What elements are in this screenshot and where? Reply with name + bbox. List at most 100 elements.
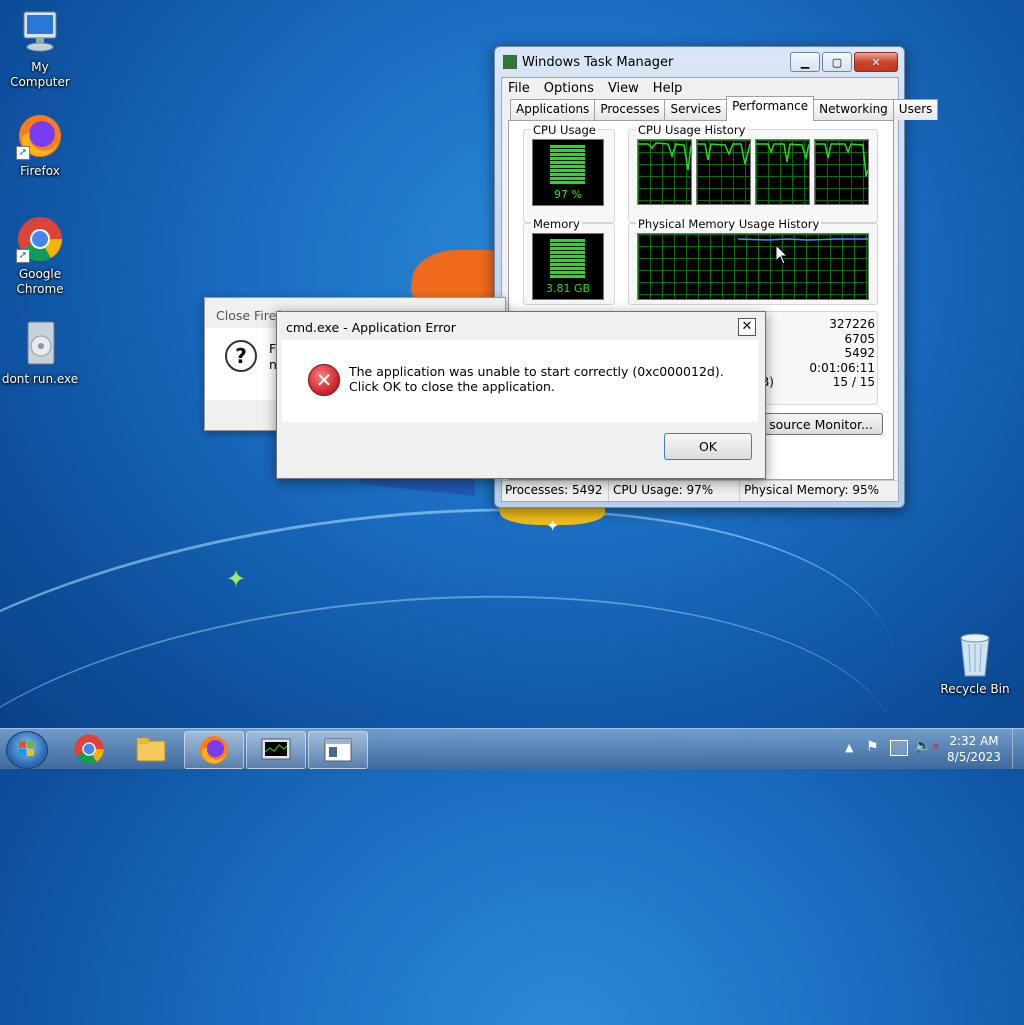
cpu-history-line (638, 142, 692, 171)
desktop-icon-firefox[interactable]: ➚ Firefox (0, 112, 80, 179)
system-stats-values: 327226 6705 5492 0:01:06:11 15 / 15 (809, 317, 875, 390)
cpu-history-line (756, 143, 810, 163)
desktop-icon-label: My Computer (10, 60, 70, 89)
tab-processes[interactable]: Processes (594, 99, 666, 120)
show-hidden-icons-button[interactable]: ▲ (845, 741, 853, 754)
menu-options[interactable]: Options (544, 81, 594, 96)
shortcut-arrow-icon: ➚ (16, 146, 30, 160)
desktop-icon-google-chrome[interactable]: ➚ Google Chrome (0, 215, 80, 297)
stat-uptime-value: 0:01:06:11 (809, 360, 875, 375)
status-physical-memory: Physical Memory: 95% (744, 483, 880, 497)
status-processes: Processes: 5492 (502, 481, 609, 501)
taskbar-task-manager[interactable] (246, 731, 306, 769)
desktop-icon-dont-run[interactable]: dont run.exe (0, 320, 80, 387)
cpu-usage-value: 97 % (554, 188, 582, 201)
memory-meter: 3.81 GB (532, 233, 604, 300)
task-manager-icon (261, 738, 291, 760)
clock-date: 8/5/2023 (947, 750, 1001, 764)
cpu-history-graph (696, 139, 751, 205)
desktop-icon-label: Google Chrome (16, 267, 64, 296)
application-error-title: cmd.exe - Application Error (286, 320, 456, 335)
chrome-icon (74, 734, 104, 764)
tab-networking[interactable]: Networking (813, 99, 894, 120)
window-icon (324, 738, 352, 762)
maximize-button[interactable]: ▢ (822, 52, 852, 72)
close-button[interactable]: ✕ (738, 318, 756, 336)
ok-button[interactable]: OK (664, 433, 752, 460)
menu-help[interactable]: Help (653, 81, 683, 96)
maximize-icon: ▢ (831, 55, 843, 69)
taskbar-cmd[interactable] (308, 731, 368, 769)
stat-threads-value: 6705 (844, 331, 875, 346)
tab-performance[interactable]: Performance (726, 96, 815, 121)
stat-processes-value: 5492 (844, 346, 875, 360)
question-icon: ? (225, 340, 257, 372)
tab-applications[interactable]: Applications (510, 99, 596, 120)
memory-history-graph (637, 233, 869, 300)
clock-time: 2:32 AM (949, 734, 999, 748)
menu-view[interactable]: View (608, 81, 639, 96)
memory-value: 3.81 GB (545, 282, 591, 295)
memory-bar (550, 239, 585, 279)
start-button[interactable] (6, 731, 48, 769)
cpu-history-line (815, 143, 869, 177)
tab-services[interactable]: Services (664, 99, 728, 120)
application-error-dialog: cmd.exe - Application Error ✕ ✕ The appl… (276, 311, 766, 479)
task-manager-menubar: File Options View Help (502, 78, 898, 98)
application-error-body: ✕ The application was unable to start co… (282, 340, 758, 422)
cpu-history-label: CPU Usage History (636, 123, 748, 137)
cpu-history-graph (637, 139, 692, 205)
firefox-icon (200, 736, 228, 764)
desktop-icon-recycle-bin[interactable]: Recycle Bin (935, 630, 1015, 697)
memory-history-label: Physical Memory Usage History (636, 217, 822, 231)
firefox-icon: ➚ (16, 112, 64, 160)
application-error-message: The application was unable to start corr… (349, 364, 724, 394)
close-icon: ✕ (871, 55, 881, 69)
status-cpu-usage: CPU Usage: 97% (609, 481, 740, 501)
shortcut-arrow-icon: ➚ (16, 249, 30, 263)
desktop-icon-label: Firefox (20, 164, 60, 178)
show-desktop-button[interactable] (1012, 729, 1024, 769)
installer-icon (16, 320, 64, 368)
windows-logo-icon (19, 741, 34, 756)
tab-users[interactable]: Users (892, 99, 939, 120)
mouse-cursor (775, 243, 789, 269)
application-error-titlebar[interactable]: cmd.exe - Application Error ✕ (277, 312, 765, 340)
taskbar-firefox[interactable] (184, 731, 244, 769)
minimize-button[interactable]: ▁ (790, 52, 820, 72)
resource-monitor-button[interactable]: source Monitor... (759, 413, 883, 435)
stat-commit-value: 15 / 15 (832, 375, 875, 389)
memory-history-line (737, 238, 868, 241)
taskbar-explorer[interactable] (122, 731, 180, 767)
wallpaper-sparkle: ✦ (546, 516, 560, 535)
task-manager-title: Windows Task Manager (522, 54, 674, 70)
network-icon[interactable] (890, 740, 908, 756)
action-center-flag-icon[interactable]: ⚑ (866, 739, 879, 755)
cpu-usage-meter: 97 % (532, 139, 604, 206)
recycle-bin-icon (951, 630, 999, 678)
task-manager-tabs: Applications Processes Services Performa… (502, 96, 939, 121)
minimize-icon: ▁ (800, 55, 810, 69)
task-manager-titlebar[interactable]: Windows Task Manager ▁ ▢ ✕ (495, 47, 904, 77)
task-manager-statusbar: Processes: 5492 CPU Usage: 97% Physical … (502, 480, 898, 501)
error-icon: ✕ (308, 364, 340, 396)
taskbar-chrome[interactable] (60, 731, 118, 767)
taskbar: ▲ ⚑ 🔈✕ 2:32 AM 8/5/2023 (0, 728, 1024, 769)
cpu-usage-label: CPU Usage (531, 123, 598, 137)
cpu-history-line (697, 143, 751, 165)
cpu-history-graph (755, 139, 810, 205)
memory-label: Memory (531, 217, 582, 231)
close-button[interactable]: ✕ (854, 52, 898, 72)
folder-icon (136, 738, 166, 762)
desktop-icon-label: dont run.exe (1, 372, 79, 386)
desktop-icon-my-computer[interactable]: My Computer (0, 8, 80, 90)
volume-muted-icon[interactable]: 🔈✕ (914, 738, 940, 754)
wallpaper-sparkle: ✦ (226, 565, 247, 593)
computer-icon (16, 8, 64, 56)
clock[interactable]: 2:32 AM 8/5/2023 (940, 733, 1008, 765)
chrome-icon: ➚ (16, 215, 64, 263)
stat-handles-value: 327226 (829, 317, 875, 331)
cursor-arrow-icon (775, 243, 789, 265)
task-manager-app-icon (503, 55, 517, 69)
menu-file[interactable]: File (508, 81, 530, 96)
